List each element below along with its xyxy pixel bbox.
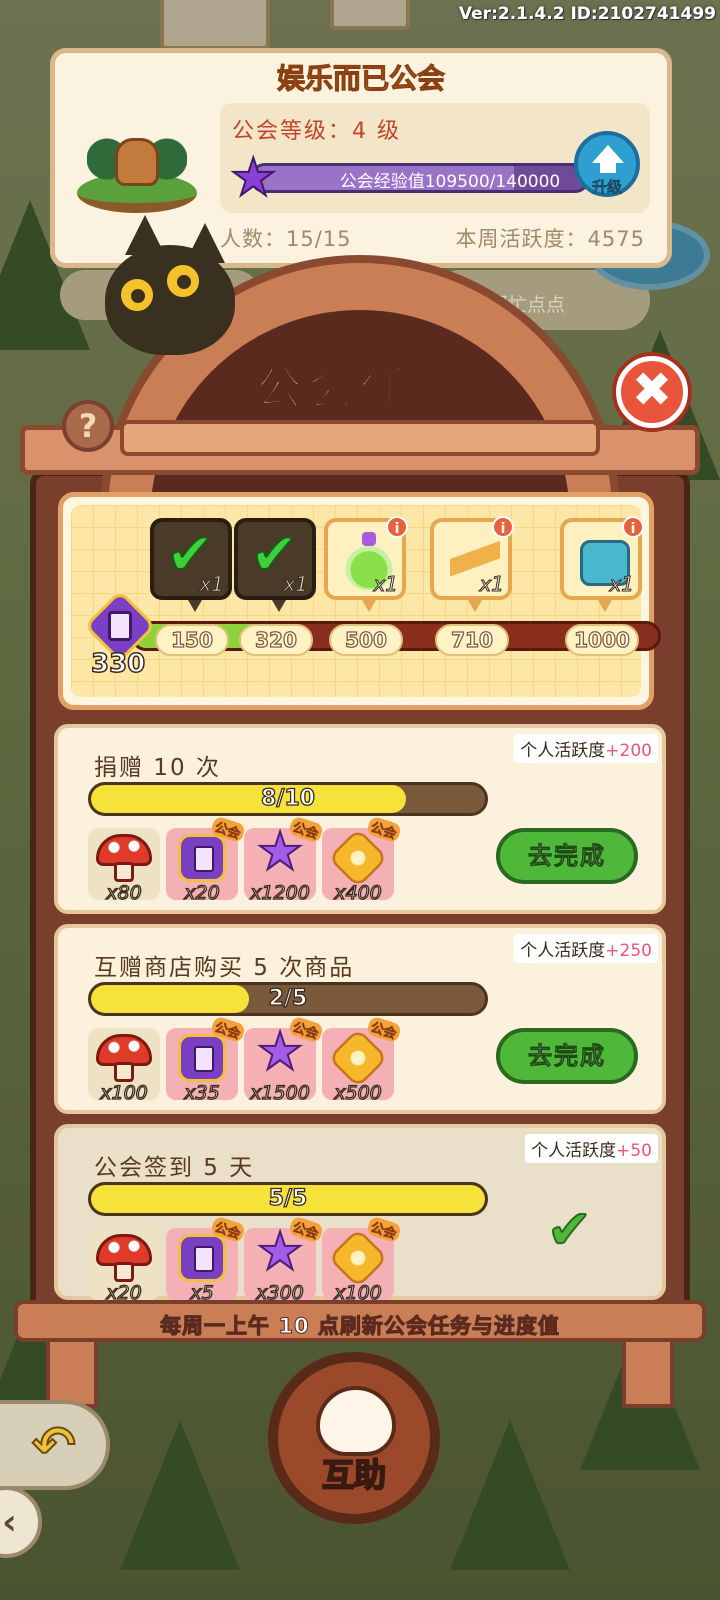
refresh-notice-text: 每周一上午 10 点刷新公会任务与进度值 [160,1314,560,1339]
guild-emblem-icon [67,103,207,223]
info-icon[interactable]: i [622,516,644,538]
upgrade-label: 升级 [591,178,623,197]
reward-star: ★ 公会 x1200 [244,815,325,905]
back-arrow-icon: ↶ [31,1416,77,1476]
exp-star-icon: ★ [229,148,278,208]
milestone-reward-320[interactable]: ✔ x1 [234,518,316,612]
task-progress-text: 8/10 [260,785,315,811]
task-progress-bar: 8/10 [88,782,488,816]
task-activity-bonus: 个人活跃度+200 [514,734,658,763]
task-progress-text: 2/5 [268,985,308,1011]
guild-exp-text: 公会经验值109500/140000 [339,172,561,192]
milestone-reward-500[interactable]: i x1 [324,516,408,612]
help-button[interactable]: ? [62,400,114,452]
reward-mushroom: x80 [88,828,160,905]
guild-tag: 公会 [365,1015,403,1044]
milestone-threshold: 1000 [565,624,639,656]
task-progress-text: 5/5 [268,1185,308,1211]
task-card: 互赠商店购买 5 次商品 个人活跃度+250 2/5 x100 公会 x35 ★… [54,924,666,1114]
task-card: 捐赠 10 次 个人活跃度+200 8/10 x80 公会 x20 ★ 公会 x… [54,724,666,914]
go-complete-button[interactable]: 去完成 [496,828,638,884]
guild-tag: 公会 [365,1215,403,1244]
back-button[interactable]: ↶ [0,1400,110,1490]
mushroom-icon [96,1034,152,1082]
guild-exp-bar: 公会经验值109500/140000 [250,163,590,193]
reward-task-badge: 公会 x35 [166,1015,247,1105]
milestone-threshold: 150 [155,624,229,656]
reward-star: ★ 公会 x300 [244,1215,325,1305]
guild-tag: 公会 [365,815,403,844]
upgrade-button[interactable]: 升级 [574,131,640,197]
reward-mushroom: x20 [88,1228,160,1305]
task-title: 互赠商店购买 5 次商品 [94,955,355,981]
task-badge-icon [178,1034,226,1082]
guild-level-box: 公会等级：4 级 公会经验值109500/140000 ★ 升级 [220,103,650,213]
guild-weekly-activity: 本周活跃度：4575 [455,227,645,251]
milestone-threshold: 710 [435,624,509,656]
mutual-help-label: 互助 [321,1455,387,1495]
task-activity-bonus: 个人活跃度+250 [514,934,658,963]
completed-check-icon: ✔ [546,1197,593,1262]
reward-mushroom: x100 [88,1028,160,1105]
reward-task-badge: 公会 x5 [166,1215,247,1305]
mutual-help-button[interactable]: 互助 [268,1352,440,1524]
mushroom-icon [96,834,152,882]
milestone-reward-710[interactable]: i x1 [430,516,514,612]
reward-paw-coin: 公会 x500 [322,1015,403,1105]
info-icon[interactable]: i [386,516,408,538]
chevron-left-icon: ‹ [2,1502,17,1543]
task-card: 公会签到 5 天 个人活跃度+50 5/5 x20 公会 x5 ★ 公会 x30… [54,1124,666,1305]
reward-task-badge: 公会 x20 [166,815,247,905]
refresh-notice-sign: 每周一上午 10 点刷新公会任务与进度值 [14,1300,706,1342]
task-activity-bonus: 个人活跃度+50 [525,1134,658,1163]
version-label: Ver:2.1.4.2 ID:2102741499 [458,4,716,24]
task-progress-bar: 5/5 [88,1182,488,1216]
task-badge-icon [178,1234,226,1282]
guild-name: 娱乐而已公会 [276,62,445,96]
milestone-threshold: 320 [239,624,313,656]
cat-mascot-icon [85,215,245,365]
panel-title: 公会任务 [255,360,464,416]
info-icon[interactable]: i [492,516,514,538]
task-progress-bar: 2/5 [88,982,488,1016]
mushroom-icon [96,1234,152,1282]
task-title: 公会签到 5 天 [94,1155,255,1181]
reward-star: ★ 公会 x1500 [244,1015,325,1105]
guild-level: 公会等级：4 级 [232,119,401,144]
paw-icon [316,1386,396,1456]
go-complete-button[interactable]: 去完成 [496,1028,638,1084]
task-badge-icon [178,834,226,882]
close-button[interactable]: ✖ [616,356,688,428]
reward-paw-coin: 公会 x100 [322,1215,403,1305]
task-title: 捐赠 10 次 [94,755,221,781]
milestone-current-value: 330 [90,648,146,680]
milestone-reward-1000[interactable]: i x1 [560,516,644,612]
milestone-reward-150[interactable]: ✔ x1 [150,518,232,612]
milestone-threshold: 500 [329,624,403,656]
reward-paw-coin: 公会 x400 [322,815,403,905]
